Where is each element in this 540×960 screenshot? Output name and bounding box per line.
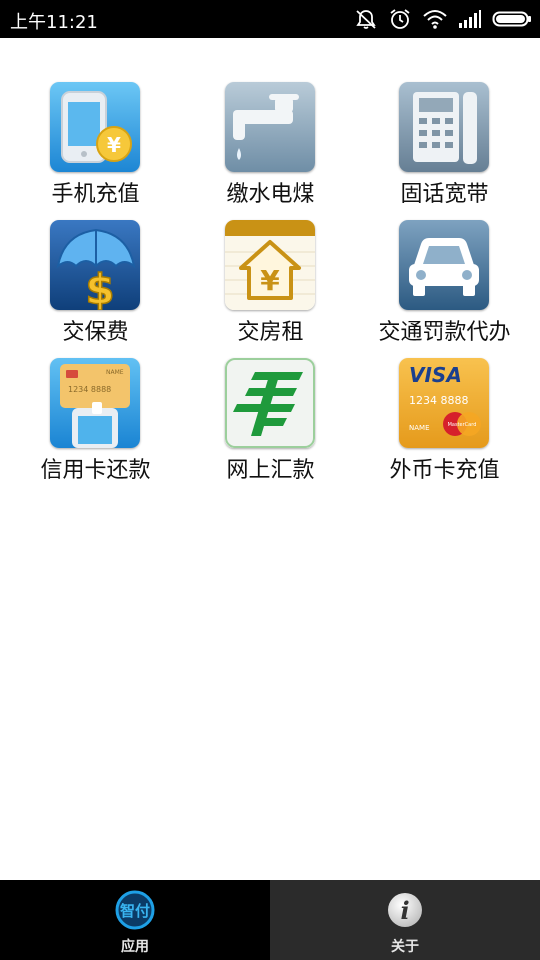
visa-card-icon: VISA 1234 8888 NAME MasterCard: [399, 358, 489, 448]
tab-about-icon-text: i: [400, 896, 409, 925]
grid-item-landline-broadband[interactable]: 固话宽带: [357, 82, 532, 214]
visa-brand-text: VISA: [409, 363, 462, 387]
grid-item-foreign-card-topup[interactable]: VISA 1234 8888 NAME MasterCard 外币卡充值: [357, 358, 532, 490]
grid-item-label: 交保费: [62, 320, 129, 345]
visa-number-text: 1234 8888: [409, 394, 469, 407]
insurance-umbrella-icon: $: [50, 220, 140, 310]
mute-icon: [354, 8, 378, 30]
tab-about-label: 关于: [391, 939, 419, 955]
landline-phone-icon: [399, 82, 489, 172]
house-rent-icon: ¥: [225, 220, 315, 310]
signal-icon: [458, 9, 482, 29]
grid-item-rent[interactable]: ¥ 交房租: [183, 220, 358, 352]
grid-item-label: 手机充值: [51, 182, 140, 207]
alarm-icon: [388, 8, 412, 30]
mobile-recharge-icon: ¥: [50, 82, 140, 172]
info-icon: i: [385, 890, 425, 930]
cc-number-text: 1234 8888: [68, 385, 111, 394]
dollar-text: $: [85, 265, 114, 310]
credit-card-phone-icon: 1234 8888 NAME: [50, 358, 140, 448]
status-icons: [354, 7, 532, 31]
tab-apps-icon-text: 智付: [120, 902, 150, 920]
battery-icon: [492, 9, 532, 29]
status-bar: 上午11:21: [0, 0, 540, 38]
status-time: 上午11:21: [10, 12, 98, 33]
car-icon: [399, 220, 489, 310]
grid-item-label: 交房租: [237, 320, 304, 345]
wifi-icon: [422, 8, 448, 30]
grid-item-label: 网上汇款: [226, 458, 315, 483]
grid-item-utilities[interactable]: 缴水电煤: [183, 82, 358, 214]
coin-text: ¥: [107, 133, 121, 157]
zhifu-logo-icon: 智付: [115, 890, 155, 930]
grid-item-label: 交通罚款代办: [378, 320, 511, 345]
grid-item-mobile-recharge[interactable]: ¥ 手机充值: [8, 82, 183, 214]
tab-apps-label: 应用: [121, 939, 149, 955]
grid-item-label: 缴水电煤: [226, 182, 315, 207]
grid-item-traffic-fines[interactable]: 交通罚款代办: [357, 220, 532, 352]
tab-apps[interactable]: 智付 应用: [0, 880, 270, 960]
visa-name-text: NAME: [409, 424, 430, 432]
china-post-icon: [225, 358, 315, 448]
grid-item-insurance[interactable]: $ 交保费: [8, 220, 183, 352]
grid-item-label: 固话宽带: [400, 182, 489, 207]
grid-item-label: 信用卡还款: [40, 458, 151, 483]
mastercard-text: MasterCard: [448, 422, 477, 428]
cc-name-text: NAME: [106, 369, 124, 376]
grid-item-credit-card-repayment[interactable]: 1234 8888 NAME 信用卡还款: [8, 358, 183, 490]
tab-about[interactable]: i 关于: [270, 880, 540, 960]
grid-item-label: 外币卡充值: [389, 458, 500, 483]
grid-item-online-remittance[interactable]: 网上汇款: [183, 358, 358, 490]
water-tap-icon: [225, 82, 315, 172]
house-yen-text: ¥: [260, 264, 280, 297]
bottom-nav: 智付 应用 i 关于: [0, 880, 540, 960]
